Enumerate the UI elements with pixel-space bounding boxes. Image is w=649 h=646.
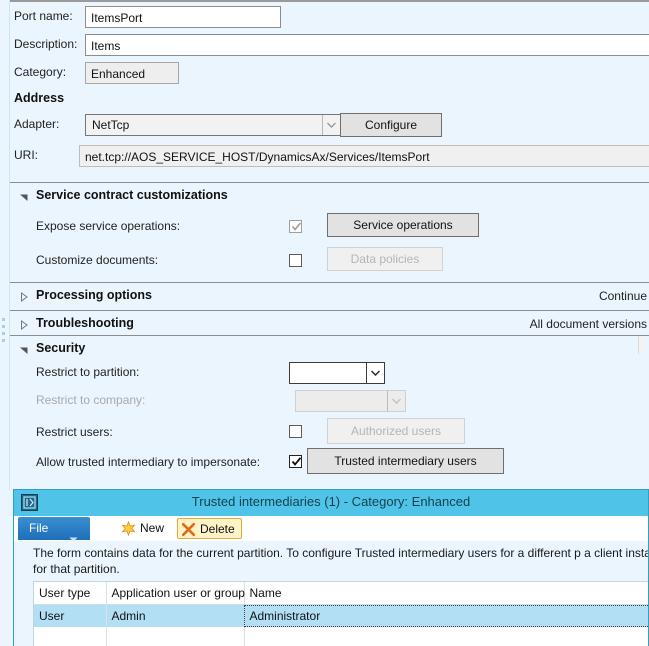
file-menu-label: File [29,521,49,535]
delete-button[interactable]: Delete [177,518,242,539]
dialog-toolbar: File New Delete [14,516,648,542]
restrict-users-checkbox[interactable] [289,425,302,438]
expose-service-operations-label: Expose service operations: [36,219,181,233]
port-name-label: Port name: [14,9,73,23]
group-security[interactable]: Security [10,335,649,360]
group-summary: All document versions [529,317,647,331]
group-processing-options[interactable]: Processing options Continue [10,282,649,307]
allow-trusted-intermediary-row: Allow trusted intermediary to impersonat… [36,448,556,476]
chevron-down-icon [387,391,405,411]
expose-service-operations-checkbox[interactable] [289,220,302,233]
table-row-empty[interactable] [34,627,648,646]
address-section-header: Address [14,91,65,105]
service-port-form: Port name: ItemsPort Description: Items … [0,0,649,490]
authorized-users-button: Authorized users [327,418,465,444]
restrict-partition-row: Restrict to partition: [36,362,506,386]
data-policies-button: Data policies [327,247,443,271]
cell-application-user-or-group[interactable]: Admin [106,604,245,627]
restrict-company-combobox [295,390,406,412]
description-row: Description: Items [14,34,649,58]
service-operations-button[interactable]: Service operations [327,213,479,237]
adapter-label: Adapter: [14,117,60,131]
category-label: Category: [14,65,67,79]
delete-x-icon [181,522,196,537]
trusted-intermediaries-window: Trusted intermediaries (1) - Category: E… [13,489,649,646]
group-title: Security [36,341,86,355]
category-row: Category: Enhanced [14,62,314,86]
new-button-label: New [140,521,165,535]
group-service-contract-customizations[interactable]: Service contract customizations [10,182,649,207]
delete-button-label: Delete [200,522,235,536]
description-input[interactable]: Items [85,34,649,56]
customize-documents-checkbox[interactable] [289,254,302,267]
grid-header-row: User type Application user or group Name [34,582,648,605]
trusted-intermediary-users-button[interactable]: Trusted intermediary users [307,448,504,474]
chevron-down-icon[interactable] [322,115,340,135]
description-label: Description: [14,37,78,51]
cell-empty[interactable] [34,627,107,646]
group-title: Troubleshooting [36,316,134,330]
dialog-title: Trusted intermediaries (1) - Category: E… [191,494,471,509]
expand-triangle-icon[interactable] [19,319,29,330]
collapse-triangle-icon[interactable] [19,344,29,354]
cell-empty[interactable] [244,627,648,646]
allow-trusted-intermediary-checkbox[interactable] [289,455,302,468]
restrict-users-row: Restrict users: Authorized users [36,418,536,446]
dialog-titlebar[interactable]: Trusted intermediaries (1) - Category: E… [14,490,648,516]
dialog-body: The form contains data for the current p… [14,541,648,646]
chevron-down-icon[interactable] [366,363,384,383]
top-divider [10,0,649,2]
adapter-combobox[interactable]: NetTcp [85,114,341,136]
customize-documents-label: Customize documents: [36,253,159,267]
column-header-user-type[interactable]: User type [34,582,107,605]
cell-user-type[interactable]: User [34,604,107,627]
new-button[interactable]: New [118,518,170,539]
uri-input[interactable]: net.tcp://AOS_SERVICE_HOST/DynamicsAx/Se… [79,145,649,167]
expose-service-operations-row: Expose service operations: Service opera… [36,213,506,240]
port-name-input[interactable]: ItemsPort [85,6,281,28]
restrict-users-label: Restrict users: [36,425,113,439]
cell-empty[interactable] [106,627,245,646]
restrict-partition-combobox[interactable] [289,362,385,384]
customize-documents-row: Customize documents: Data policies [36,247,506,274]
expand-triangle-icon[interactable] [19,291,29,302]
partition-info-note: The form contains data for the current p… [33,546,649,576]
port-name-row: Port name: ItemsPort [14,6,644,30]
group-title: Processing options [36,288,152,302]
allow-trusted-intermediary-label: Allow trusted intermediary to impersonat… [36,455,261,469]
adapter-value: NetTcp [92,118,130,132]
group-troubleshooting[interactable]: Troubleshooting All document versions [10,310,649,335]
uri-label: URI: [14,148,38,162]
table-row[interactable]: User Admin Administrator [34,604,648,627]
file-menu-button[interactable]: File [18,517,90,542]
configure-button[interactable]: Configure [340,113,442,137]
left-gutter [0,0,10,490]
trusted-intermediaries-grid[interactable]: User type Application user or group Name… [33,581,648,646]
cell-name[interactable]: Administrator [244,604,648,627]
adapter-row: Adapter: NetTcp Configure [14,113,464,138]
collapse-triangle-icon[interactable] [19,191,29,201]
new-star-icon [121,520,136,537]
column-header-application-user-or-group[interactable]: Application user or group [106,582,245,605]
pane-splitter-handle[interactable] [2,318,6,344]
restrict-company-row: Restrict to company: [36,390,506,414]
group-title: Service contract customizations [36,188,228,202]
group-summary: Continue [598,289,647,303]
uri-row: URI: net.tcp://AOS_SERVICE_HOST/Dynamics… [14,145,649,169]
column-header-name[interactable]: Name [244,582,648,605]
restrict-partition-label: Restrict to partition: [36,365,140,379]
restrict-company-label: Restrict to company: [36,393,146,407]
category-value: Enhanced [85,62,179,84]
